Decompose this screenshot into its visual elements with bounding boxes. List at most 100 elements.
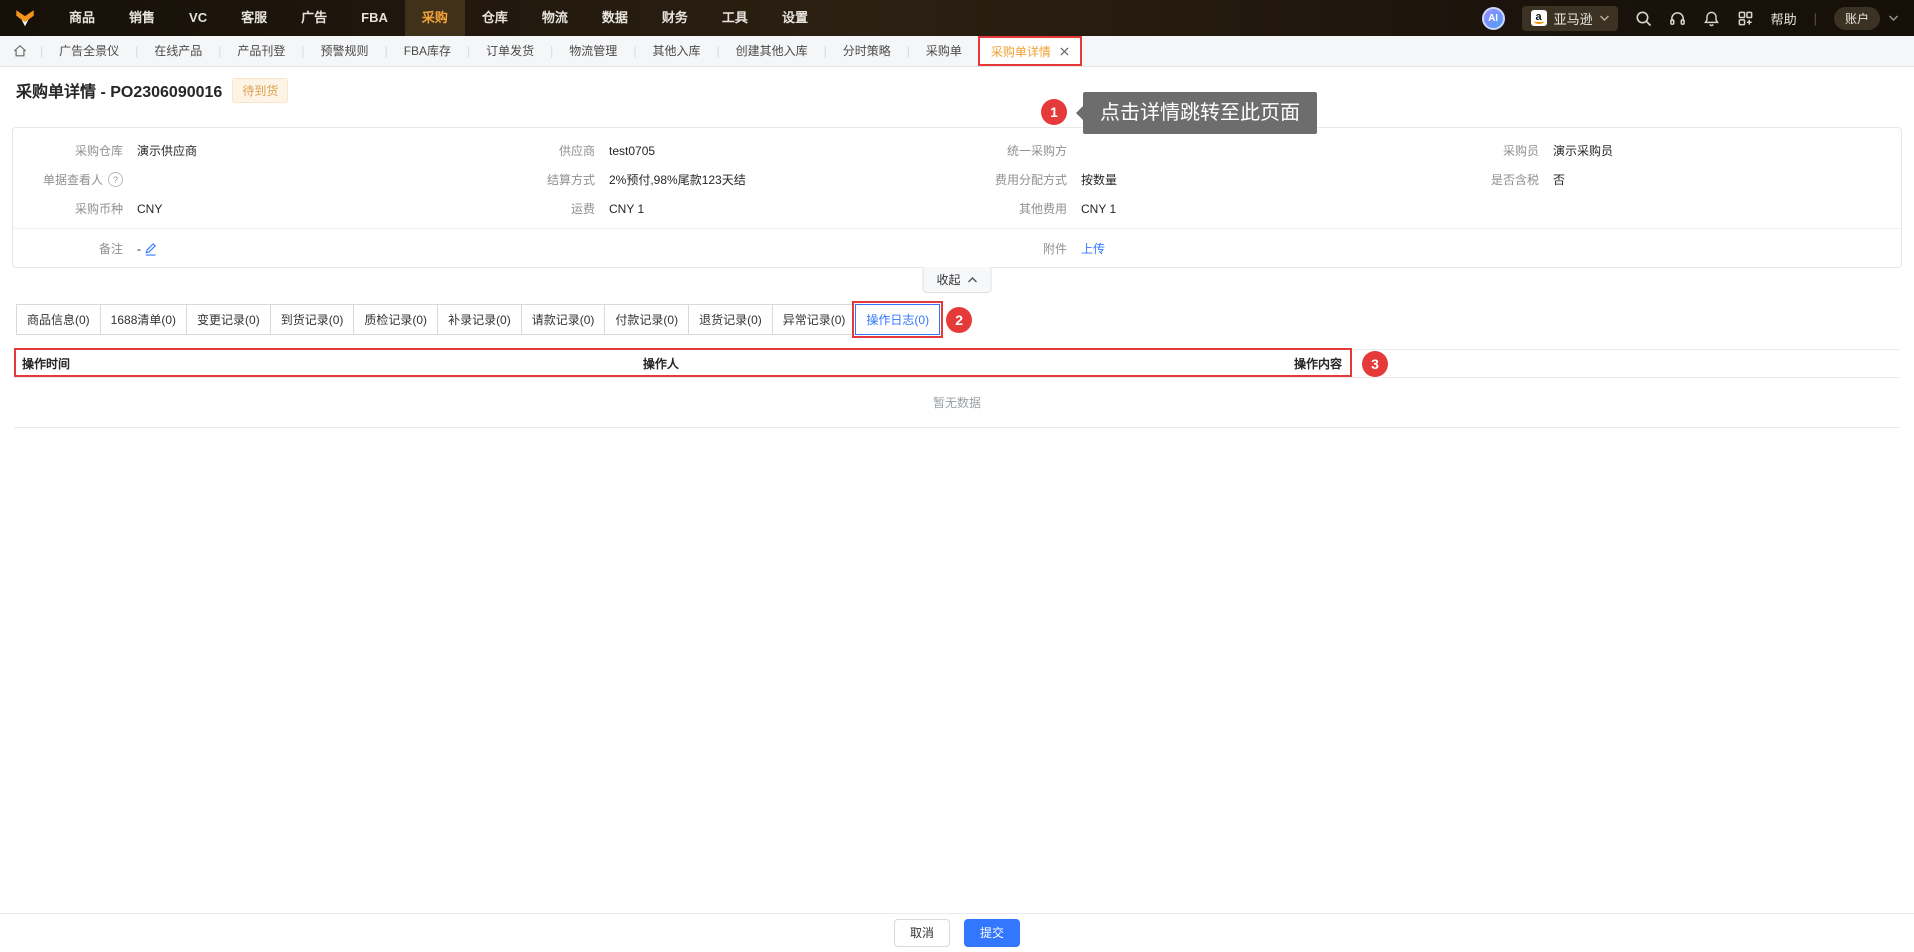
record-tab-exception-records[interactable]: 异常记录(0) [771, 304, 857, 335]
upload-link[interactable]: 上传 [1081, 240, 1105, 257]
page-tab[interactable]: 预警规则 [305, 36, 385, 66]
nav-item-vc[interactable]: VC [172, 0, 224, 36]
page-title: 采购单详情 - PO2306090016 [16, 84, 223, 101]
page-tab[interactable]: FBA库存 [388, 36, 467, 66]
collapse-panel-button[interactable]: 收起 [922, 267, 992, 293]
annotation-tooltip: 点击详情跳转至此页面 [1076, 92, 1317, 134]
field-label: 运费 [570, 202, 595, 216]
page-tab[interactable]: 其他入库 [636, 36, 716, 66]
record-tab-payment-request-records[interactable]: 请款记录(0) [520, 304, 606, 335]
nav-item-logistics[interactable]: 物流 [525, 0, 585, 36]
home-icon[interactable] [0, 44, 40, 58]
nav-item-service[interactable]: 客服 [224, 0, 284, 36]
page-tab[interactable]: 创建其他入库 [720, 36, 824, 66]
notification-bell-icon[interactable] [1703, 10, 1720, 27]
field-supplier: 供应商 test0705 [485, 136, 957, 165]
record-tab-change-records[interactable]: 变更记录(0) [186, 304, 271, 335]
divider: | [1813, 10, 1817, 26]
apps-grid-icon[interactable] [1737, 10, 1754, 27]
record-tabs: 商品信息(0) 1688清单(0) 变更记录(0) 到货记录(0) 质检记录(0… [16, 301, 1898, 338]
field-currency: 采购币种 CNY [13, 194, 485, 223]
record-tab-qc-records[interactable]: 质检记录(0) [353, 304, 439, 335]
page-tab[interactable]: 采购单 [910, 36, 978, 66]
record-tab-payment-records[interactable]: 付款记录(0) [604, 304, 690, 335]
page-header: 采购单详情 - PO2306090016 待到货 [16, 77, 1898, 103]
purchase-order-detail-page: 商品 销售 VC 客服 广告 FBA 采购 仓库 物流 数据 财务 工具 设置 … [0, 0, 1914, 952]
cancel-button[interactable]: 取消 [893, 919, 950, 947]
chevron-up-icon [968, 276, 978, 282]
page-tab[interactable]: 订单发货 [470, 36, 550, 66]
field-purchase-warehouse: 采购仓库 演示供应商 [13, 136, 485, 165]
field-document-viewer: 单据查看人 [13, 165, 485, 194]
page-tab-purchase-detail-active[interactable]: 采购单详情 [977, 36, 1082, 66]
field-tax-included: 是否含税 否 [1429, 165, 1901, 194]
page-tab[interactable]: 在线产品 [138, 36, 218, 66]
field-attachment: 附件 上传 [957, 234, 1429, 263]
nav-item-settings[interactable]: 设置 [765, 0, 825, 36]
page-tab[interactable]: 物流管理 [553, 36, 633, 66]
nav-item-finance[interactable]: 财务 [645, 0, 705, 36]
close-icon[interactable] [1060, 46, 1069, 56]
active-tab-label: 采购单详情 [990, 44, 1051, 59]
nav-item-warehouse[interactable]: 仓库 [465, 0, 525, 36]
column-header-operation-time: 操作时间 [22, 357, 71, 371]
field-value: test0705 [609, 143, 656, 158]
account-menu[interactable]: 账户 [1833, 6, 1880, 30]
ai-assistant-button[interactable]: AI [1481, 6, 1505, 30]
status-badge: 待到货 [232, 77, 289, 103]
column-header-operator: 操作人 [642, 357, 679, 371]
field-label: 采购币种 [74, 202, 123, 216]
chevron-down-icon [1599, 15, 1609, 21]
log-table-header-row: 操作时间 操作人 操作内容 3 [14, 348, 1900, 378]
record-tab-operation-log-active[interactable]: 操作日志(0) [852, 301, 944, 338]
field-label: 其他费用 [1018, 202, 1067, 216]
submit-button[interactable]: 提交 [964, 919, 1021, 947]
headset-support-icon[interactable] [1669, 10, 1686, 27]
field-value: 演示采购员 [1553, 144, 1614, 158]
field-label: 统一采购方 [1006, 144, 1067, 158]
chevron-down-icon[interactable] [1889, 15, 1898, 21]
form-row-2: 单据查看人 结算方式 2%预付,98%尾款123天结 费用分配方式 按数量 是否… [13, 165, 1901, 194]
annotation-step-1: 1 [1041, 99, 1067, 125]
nav-item-sales[interactable]: 销售 [112, 0, 172, 36]
nav-item-purchase-active[interactable]: 采购 [404, 0, 465, 36]
record-tab-return-records[interactable]: 退货记录(0) [688, 304, 773, 335]
operation-log-table: 操作时间 操作人 操作内容 3 暂无数据 [14, 348, 1900, 428]
field-cost-allocation: 费用分配方式 按数量 [957, 165, 1429, 194]
record-tab-arrival-records[interactable]: 到货记录(0) [269, 304, 355, 335]
page-tab[interactable]: 广告全景仪 [43, 36, 135, 66]
nav-item-ads[interactable]: 广告 [284, 0, 344, 36]
nav-item-fba[interactable]: FBA [344, 0, 405, 36]
empty-data-placeholder: 暂无数据 [14, 378, 1900, 428]
page-tab[interactable]: 产品刊登 [221, 36, 301, 66]
page-tab[interactable]: 分时策略 [827, 36, 907, 66]
edit-pencil-icon[interactable] [144, 242, 157, 256]
form-row-1: 采购仓库 演示供应商 供应商 test0705 统一采购方 采购员 演示采购员 [13, 136, 1901, 165]
nav-item-products[interactable]: 商品 [52, 0, 112, 36]
help-question-icon[interactable] [108, 172, 123, 187]
marketplace-selector[interactable]: 亚马逊 [1521, 5, 1618, 31]
record-tab-supplement-records[interactable]: 补录记录(0) [437, 304, 522, 335]
field-freight: 运费 CNY 1 [485, 194, 957, 223]
brand-fox-logo-icon[interactable] [14, 7, 36, 29]
nav-item-data[interactable]: 数据 [585, 0, 645, 36]
help-link[interactable]: 帮助 [1771, 9, 1797, 28]
field-value: CNY [137, 201, 163, 216]
field-value: CNY 1 [1081, 201, 1117, 216]
field-label: 采购员 [1502, 144, 1539, 158]
record-tab-1688-list[interactable]: 1688清单(0) [99, 304, 188, 335]
field-value: 否 [1553, 173, 1566, 187]
footer-action-bar: 取消 提交 [0, 913, 1914, 952]
record-tab-product-info[interactable]: 商品信息(0) [16, 304, 101, 335]
form-row-3: 采购币种 CNY 运费 CNY 1 其他费用 CNY 1 [13, 194, 1901, 223]
field-value: 2%预付,98%尾款123天结 [609, 173, 746, 187]
annotation-step-2: 2 [946, 306, 973, 333]
field-value: - [137, 241, 141, 256]
nav-item-tools[interactable]: 工具 [705, 0, 765, 36]
column-header-operation-content: 操作内容 [1293, 357, 1342, 371]
field-label: 是否含税 [1490, 173, 1539, 187]
field-other-fees: 其他费用 CNY 1 [957, 194, 1429, 223]
search-icon[interactable] [1635, 10, 1652, 27]
field-buyer: 采购员 演示采购员 [1429, 136, 1901, 165]
top-nav-right-tools: AI 亚马逊 帮助 | 账户 [1481, 5, 1914, 31]
